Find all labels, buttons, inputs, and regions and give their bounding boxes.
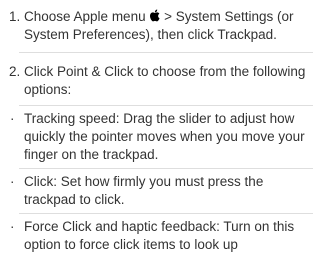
apple-logo-icon	[150, 9, 160, 22]
bullet-marker: ·	[10, 111, 15, 126]
bullet-click: · Click: Set how firmly you must press t…	[0, 169, 313, 213]
instructions-document: 1. Choose Apple menu > System Settings (…	[0, 0, 313, 256]
step-1-number: 1.	[9, 9, 21, 24]
bullet-force-click-text: Force Click and haptic feedback: Turn on…	[24, 219, 295, 252]
step-1-text-start: Choose Apple menu	[24, 9, 150, 24]
bullet-click-text: Click: Set how firmly you must press the…	[24, 174, 264, 207]
step-1: 1. Choose Apple menu > System Settings (…	[0, 0, 313, 44]
bullet-force-click: · Force Click and haptic feedback: Turn …	[0, 214, 313, 256]
step-2-number: 2.	[9, 64, 21, 79]
step-2: 2. Click Point & Click to choose from th…	[0, 63, 313, 99]
divider	[19, 52, 313, 53]
bullet-marker: ·	[10, 219, 15, 234]
step-2-text: Click Point & Click to choose from the f…	[24, 64, 306, 97]
bullet-tracking-speed: · Tracking speed: Drag the slider to adj…	[0, 106, 313, 168]
bullet-tracking-speed-text: Tracking speed: Drag the slider to adjus…	[24, 111, 305, 162]
bullet-marker: ·	[10, 174, 15, 189]
